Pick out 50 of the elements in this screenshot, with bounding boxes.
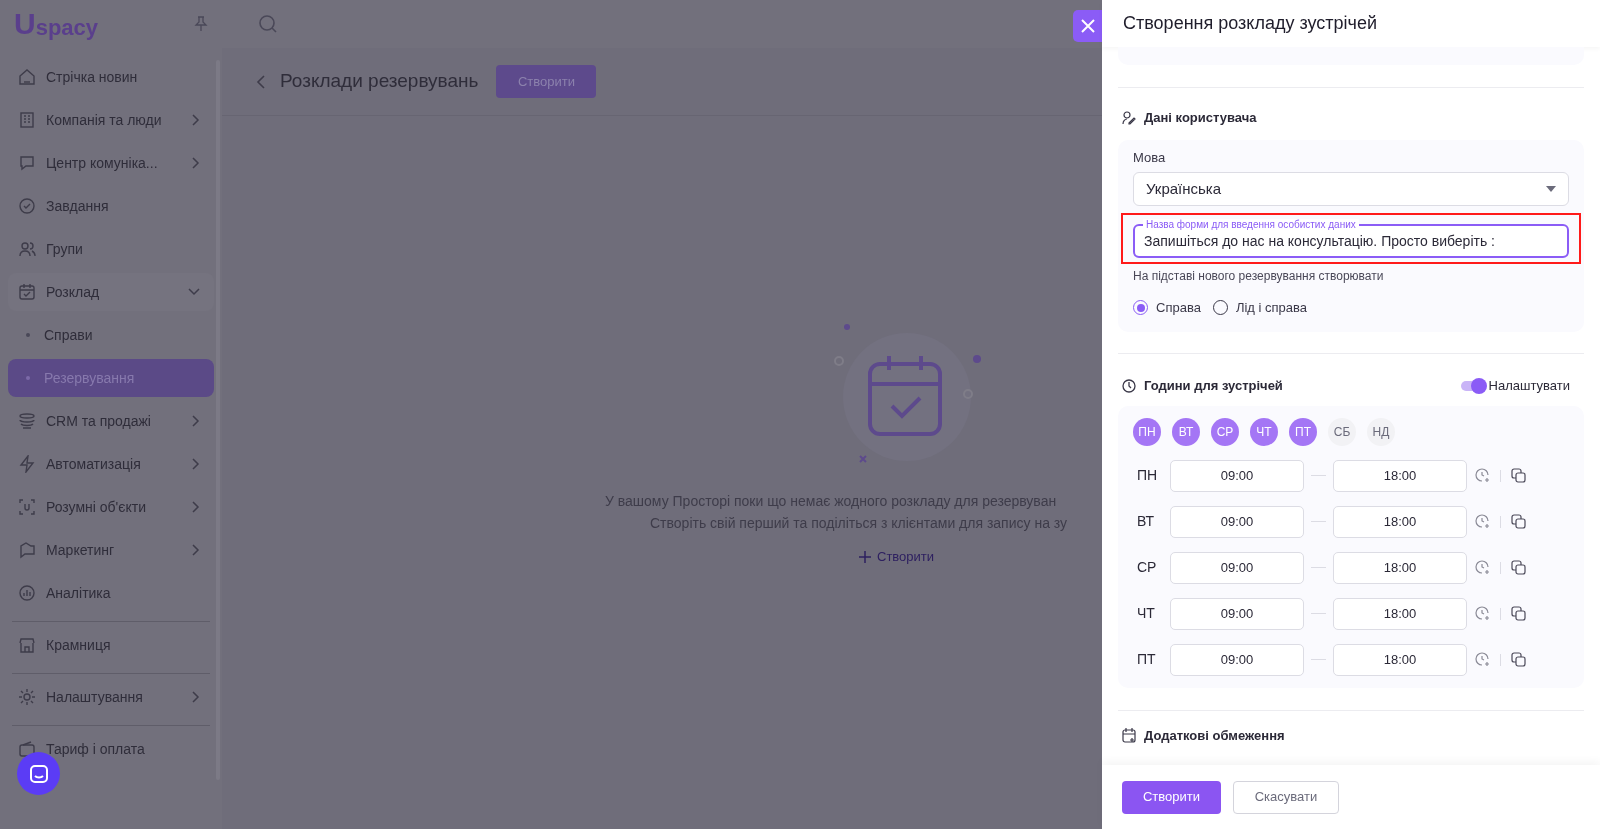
radio-option[interactable]: Лід і справа	[1212, 298, 1307, 318]
end-time-field[interactable]: 18:00	[1333, 643, 1467, 676]
sidebar-item[interactable]: Центр комуніка...	[8, 144, 214, 182]
cancel-button[interactable]: Скасувати	[1233, 780, 1339, 814]
day-chip[interactable]: СР	[1211, 417, 1239, 446]
section-heading: Дані користувача	[1144, 109, 1257, 128]
day-chip[interactable]: СБ	[1328, 417, 1356, 446]
section-heading: Додаткові обмеження	[1144, 726, 1285, 745]
day-label: ПН	[1136, 466, 1159, 485]
create-button[interactable]: Створити	[1122, 780, 1221, 814]
day-chip[interactable]: НД	[1367, 417, 1395, 446]
sidebar-item[interactable]: Справи	[8, 316, 214, 354]
day-chip[interactable]: ЧТ	[1250, 417, 1278, 446]
field-label: Мова	[1133, 150, 1167, 166]
start-time-field[interactable]: 09:00	[1170, 551, 1304, 584]
start-time-field[interactable]: 09:00	[1170, 643, 1304, 676]
sidebar-item[interactable]: Аналітика	[8, 574, 214, 612]
day-label: СР	[1136, 558, 1158, 577]
start-time-field[interactable]: 09:00	[1170, 597, 1304, 630]
day-label: ВТ	[1136, 512, 1155, 531]
day-label: ЧТ	[1136, 604, 1156, 623]
start-time-field[interactable]: 09:00	[1170, 459, 1304, 492]
day-label: ПТ	[1136, 650, 1157, 669]
end-time-field[interactable]: 18:00	[1333, 505, 1467, 538]
end-time-field[interactable]: 18:00	[1333, 551, 1467, 584]
day-chip[interactable]: ПТ	[1289, 417, 1317, 446]
section-heading: Години для зустрічей	[1144, 376, 1283, 395]
sidebar-item[interactable]: Розумні об'єкти	[8, 488, 214, 526]
day-chip[interactable]: ПН	[1133, 417, 1161, 446]
sidebar-item[interactable]: Налаштування	[8, 678, 214, 716]
sidebar-item[interactable]: Компанія та люди	[8, 101, 214, 139]
sidebar-item[interactable]: Завдання	[8, 187, 214, 225]
sidebar-item[interactable]: Групи	[8, 230, 214, 268]
day-chip[interactable]: ВТ	[1172, 417, 1200, 446]
end-time-field[interactable]: 18:00	[1333, 459, 1467, 492]
end-time-field[interactable]: 18:00	[1333, 597, 1467, 630]
sidebar-item[interactable]: CRM та продажі	[8, 402, 214, 440]
sidebar-item[interactable]: Маркетинг	[8, 531, 214, 569]
drawer-title: Створення розкладу зустрічей	[1123, 12, 1377, 35]
sidebar-item[interactable]: Стрічка новин	[8, 58, 214, 96]
sidebar-item[interactable]: Автоматизація	[8, 445, 214, 483]
page-title: Розклади резервувань	[280, 69, 479, 94]
field-label: На підставі нового резервування створювати	[1133, 268, 1385, 284]
toggle-label: Налаштувати	[1488, 376, 1570, 395]
start-time-field[interactable]: 09:00	[1170, 505, 1304, 538]
create-button[interactable]: Створити	[496, 65, 597, 98]
radio-option[interactable]: Справа	[1133, 298, 1201, 318]
language-select[interactable]: Українська	[1133, 172, 1569, 206]
sidebar-item[interactable]: Крамниця	[8, 626, 214, 664]
create-link[interactable]: Створити	[859, 547, 935, 567]
